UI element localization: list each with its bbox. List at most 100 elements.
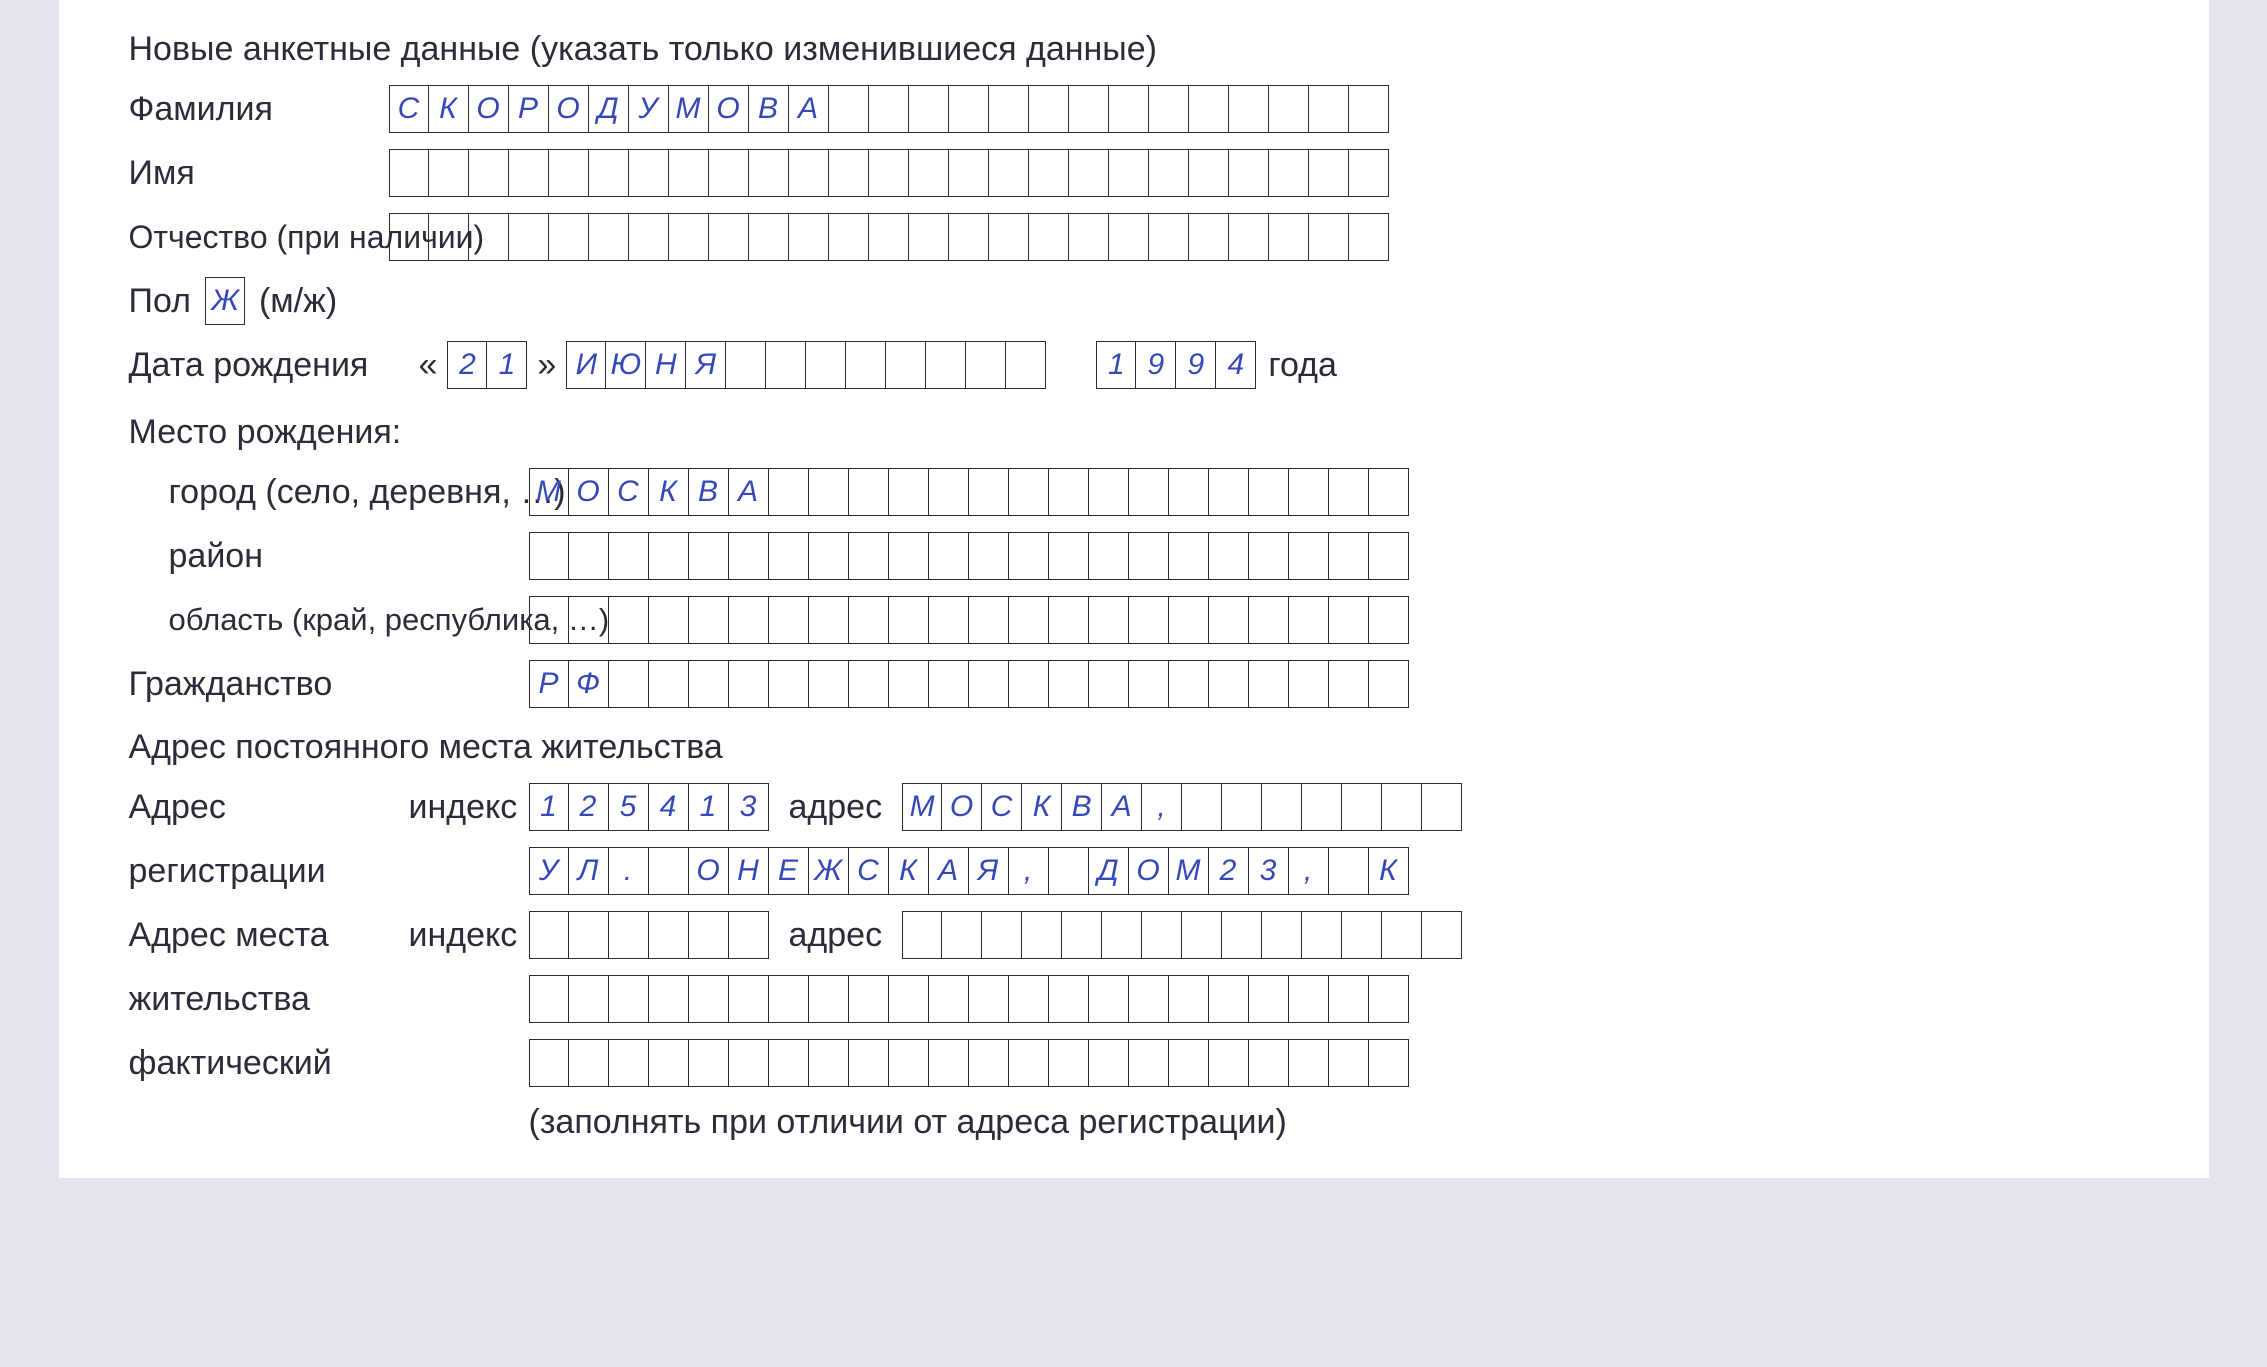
cell[interactable] <box>769 1039 809 1087</box>
cell[interactable] <box>929 660 969 708</box>
cell[interactable] <box>1342 911 1382 959</box>
cell[interactable] <box>766 341 806 389</box>
cells-dob-year[interactable]: 1994 <box>1096 341 1256 389</box>
cell[interactable]: О <box>569 468 609 516</box>
cell[interactable] <box>969 532 1009 580</box>
cell[interactable]: У <box>529 847 569 895</box>
cell[interactable] <box>1349 213 1389 261</box>
cell[interactable] <box>1269 85 1309 133</box>
cell[interactable] <box>849 660 889 708</box>
cell[interactable] <box>1149 213 1189 261</box>
cell[interactable]: 2 <box>569 783 609 831</box>
cell[interactable] <box>1109 149 1149 197</box>
cell[interactable]: , <box>1142 783 1182 831</box>
cell[interactable] <box>529 975 569 1023</box>
cell[interactable] <box>529 596 569 644</box>
cell[interactable]: Н <box>646 341 686 389</box>
cell[interactable]: Ж <box>205 277 245 325</box>
cell[interactable] <box>926 341 966 389</box>
cell[interactable]: О <box>709 85 749 133</box>
cell[interactable] <box>569 911 609 959</box>
cell[interactable]: Ю <box>606 341 646 389</box>
cell[interactable] <box>829 85 869 133</box>
cell[interactable] <box>1069 149 1109 197</box>
cell[interactable] <box>1262 911 1302 959</box>
cell[interactable] <box>889 660 929 708</box>
cell[interactable]: 2 <box>1209 847 1249 895</box>
cell[interactable] <box>942 911 982 959</box>
cell[interactable] <box>769 596 809 644</box>
cell[interactable] <box>1222 783 1262 831</box>
cell[interactable] <box>989 149 1029 197</box>
cell[interactable] <box>1249 975 1289 1023</box>
cell[interactable] <box>729 532 769 580</box>
cell[interactable] <box>729 975 769 1023</box>
cell[interactable] <box>1062 911 1102 959</box>
cell[interactable] <box>689 532 729 580</box>
cell[interactable] <box>1289 975 1329 1023</box>
cell[interactable] <box>966 341 1006 389</box>
cell[interactable] <box>529 911 569 959</box>
cell[interactable] <box>1009 660 1049 708</box>
cell[interactable]: О <box>549 85 589 133</box>
cell[interactable] <box>1089 660 1129 708</box>
cell[interactable] <box>429 149 469 197</box>
cell[interactable] <box>789 149 829 197</box>
cell[interactable] <box>1049 532 1089 580</box>
cell[interactable] <box>629 149 669 197</box>
cell[interactable] <box>1269 213 1309 261</box>
cell[interactable] <box>949 149 989 197</box>
cells-dob-month[interactable]: ИЮНЯ <box>566 341 1046 389</box>
cell[interactable] <box>729 1039 769 1087</box>
cell[interactable] <box>1422 783 1462 831</box>
cell[interactable] <box>1102 911 1142 959</box>
cell[interactable] <box>1262 783 1302 831</box>
cell[interactable] <box>1169 468 1209 516</box>
cell[interactable]: . <box>609 847 649 895</box>
cell[interactable] <box>1329 596 1369 644</box>
cell[interactable] <box>1149 85 1189 133</box>
cell[interactable] <box>609 596 649 644</box>
cell[interactable] <box>909 85 949 133</box>
cell[interactable]: К <box>1022 783 1062 831</box>
cell[interactable] <box>929 596 969 644</box>
cell[interactable] <box>1249 660 1289 708</box>
cell[interactable] <box>669 149 709 197</box>
cell[interactable] <box>902 911 942 959</box>
cell[interactable] <box>469 213 509 261</box>
cells-actual-line2[interactable] <box>529 975 1409 1023</box>
cell[interactable] <box>989 213 1029 261</box>
cell[interactable] <box>1269 149 1309 197</box>
cell[interactable] <box>549 149 589 197</box>
cell[interactable] <box>1189 149 1229 197</box>
cell[interactable] <box>1249 532 1289 580</box>
cell[interactable] <box>769 532 809 580</box>
cell[interactable] <box>1249 1039 1289 1087</box>
cell[interactable] <box>1049 596 1089 644</box>
cell[interactable]: 3 <box>1249 847 1289 895</box>
cell[interactable] <box>1169 975 1209 1023</box>
cell[interactable] <box>1182 783 1222 831</box>
cell[interactable] <box>849 532 889 580</box>
cell[interactable] <box>389 149 429 197</box>
cell[interactable] <box>929 975 969 1023</box>
cell[interactable] <box>1006 341 1046 389</box>
cell[interactable]: 9 <box>1176 341 1216 389</box>
cell[interactable] <box>989 85 1029 133</box>
cell[interactable] <box>1249 468 1289 516</box>
cell[interactable] <box>649 660 689 708</box>
cell[interactable] <box>1209 532 1249 580</box>
cell[interactable] <box>1009 596 1049 644</box>
cell[interactable] <box>509 149 549 197</box>
cell[interactable] <box>1209 596 1249 644</box>
cell[interactable] <box>849 1039 889 1087</box>
cell[interactable] <box>689 975 729 1023</box>
cell[interactable] <box>1169 532 1209 580</box>
cell[interactable]: И <box>566 341 606 389</box>
cell[interactable]: А <box>789 85 829 133</box>
cell[interactable] <box>769 975 809 1023</box>
cell[interactable]: О <box>469 85 509 133</box>
cell[interactable] <box>1209 1039 1249 1087</box>
cell[interactable] <box>909 213 949 261</box>
cell[interactable] <box>1129 1039 1169 1087</box>
